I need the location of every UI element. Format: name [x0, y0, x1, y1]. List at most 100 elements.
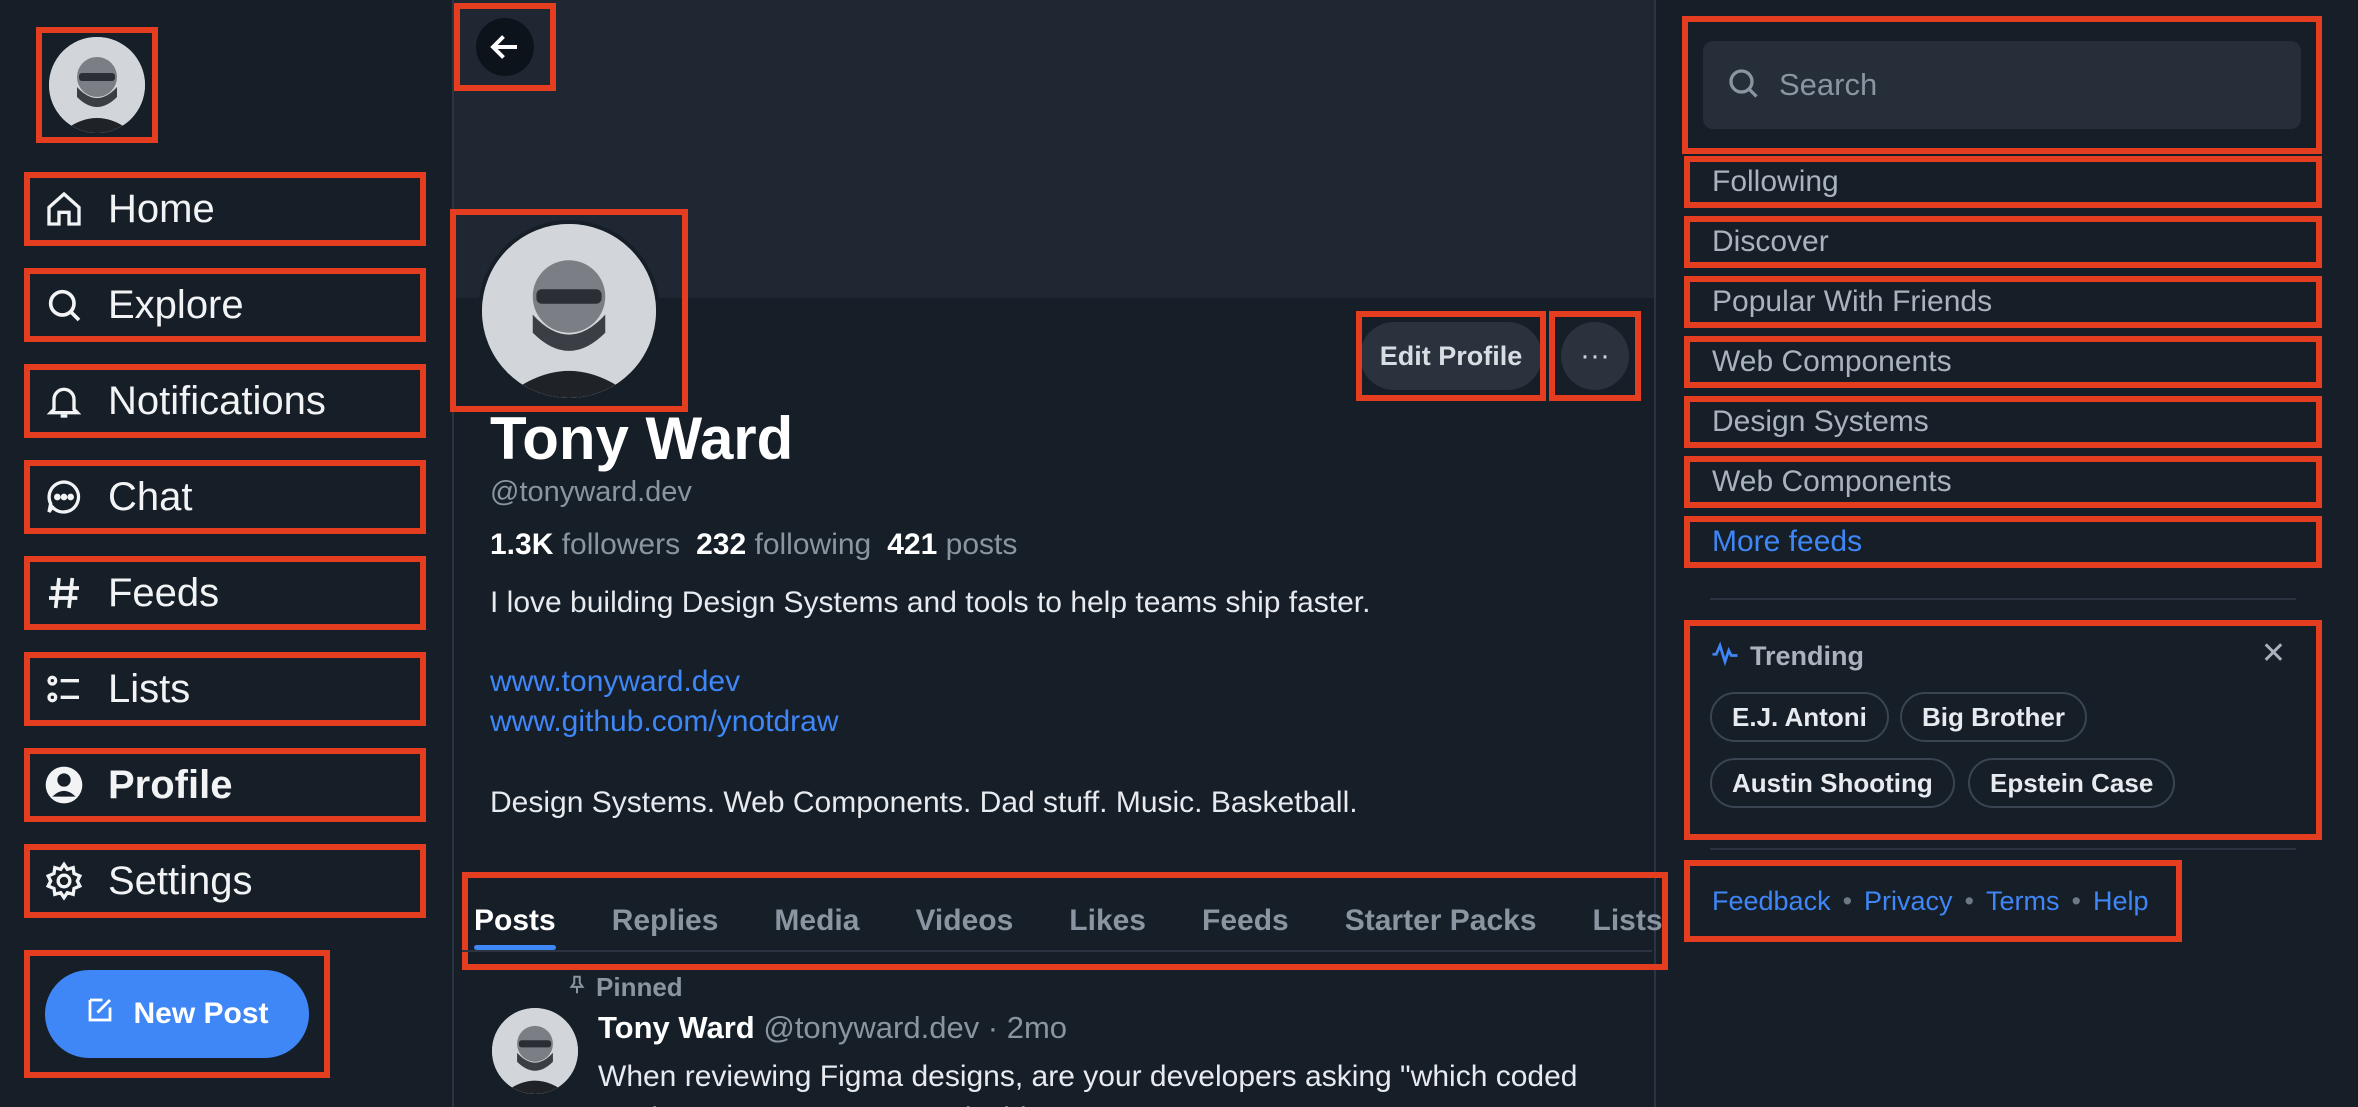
nav-feeds[interactable]: Feeds: [24, 556, 426, 630]
tab-replies[interactable]: Replies: [612, 872, 719, 970]
post-author-avatar[interactable]: [492, 1008, 578, 1094]
new-post-button[interactable]: New Post: [45, 970, 309, 1058]
search-icon: [42, 283, 86, 327]
avatar-image: [478, 219, 660, 402]
nav-notifications[interactable]: Notifications: [24, 364, 426, 438]
profile-bio-tags: Design Systems. Web Components. Dad stuf…: [490, 786, 1358, 819]
nav-profile[interactable]: Profile: [24, 748, 426, 822]
followers-count: 1.3K: [490, 528, 554, 561]
following-label: following: [754, 528, 872, 561]
tab-lists[interactable]: Lists: [1593, 872, 1663, 970]
search-input[interactable]: [1779, 67, 2299, 103]
left-sidebar: Home Explore Notifications Chat Feeds Li…: [0, 0, 452, 1107]
followers-stat[interactable]: 1.3K followers: [490, 528, 680, 562]
trend-chip[interactable]: Epstein Case: [1968, 758, 2176, 808]
profile-bio: I love building Design Systems and tools…: [490, 586, 1371, 619]
terms-link[interactable]: Terms: [1986, 886, 2060, 917]
nav-chat[interactable]: Chat: [24, 460, 426, 534]
posts-count: 421: [887, 528, 938, 561]
tabs-divider: [462, 950, 1652, 952]
separator-dot: •: [2071, 885, 2081, 916]
hash-icon: [42, 571, 86, 615]
nav-settings[interactable]: Settings: [24, 844, 426, 918]
post-author[interactable]: Tony Ward: [598, 1010, 755, 1045]
nav-lists[interactable]: Lists: [24, 652, 426, 726]
profile-tabs: Posts Replies Media Videos Likes Feeds S…: [462, 872, 1668, 970]
tab-starter-packs[interactable]: Starter Packs: [1345, 872, 1537, 970]
pinned-label: Pinned: [566, 972, 683, 1003]
separator-dot: •: [1964, 885, 1974, 916]
trending-title: Trending: [1750, 641, 1864, 671]
profile-name: Tony Ward: [490, 405, 794, 472]
post-text[interactable]: When reviewing Figma designs, are your d…: [598, 1056, 1598, 1107]
separator-dot: •: [1842, 885, 1853, 916]
profile-avatar[interactable]: [450, 209, 688, 412]
tab-likes[interactable]: Likes: [1069, 872, 1146, 970]
search-box[interactable]: [1703, 41, 2301, 129]
pinned-text: Pinned: [596, 972, 683, 1002]
bell-icon: [42, 379, 86, 423]
back-button[interactable]: [454, 3, 556, 91]
profile-stats: 1.3K followers 232 following 421 posts: [490, 528, 1017, 562]
tab-feeds[interactable]: Feeds: [1202, 872, 1289, 970]
compose-icon: [85, 995, 115, 1033]
more-options-button[interactable]: ···: [1561, 322, 1629, 390]
ellipsis-icon: ···: [1580, 339, 1610, 372]
following-count: 232: [696, 528, 747, 561]
nav-label: Home: [108, 186, 215, 231]
tab-videos[interactable]: Videos: [915, 872, 1013, 970]
trending-icon: [1710, 638, 1740, 675]
posts-stat: 421 posts: [887, 528, 1017, 562]
feed-link-design-systems[interactable]: Design Systems: [1684, 396, 2322, 448]
footer-links: Feedback • Privacy • Terms • Help: [1684, 860, 2182, 942]
new-post-label: New Post: [133, 997, 269, 1030]
followers-label: followers: [561, 528, 681, 561]
search-area: [1682, 16, 2322, 154]
edit-profile-button[interactable]: Edit Profile: [1359, 322, 1543, 390]
feed-link-following[interactable]: Following: [1684, 156, 2322, 208]
trend-chip[interactable]: E.J. Antoni: [1710, 692, 1889, 742]
person-icon: [42, 763, 86, 807]
feed-link-popular-with-friends[interactable]: Popular With Friends: [1684, 276, 2322, 328]
nav-label: Feeds: [108, 570, 220, 615]
website-link[interactable]: www.tonyward.dev: [490, 665, 740, 699]
nav-explore[interactable]: Explore: [24, 268, 426, 342]
trending-panel: Trending ✕ E.J. Antoni Big Brother Austi…: [1684, 620, 2322, 840]
close-icon[interactable]: ✕: [2261, 636, 2286, 671]
privacy-link[interactable]: Privacy: [1864, 886, 1953, 917]
section-divider: [1710, 848, 2296, 850]
avatar-image: [49, 37, 145, 133]
nav-label: Chat: [108, 474, 193, 519]
gear-icon: [42, 859, 86, 903]
tab-media[interactable]: Media: [774, 872, 859, 970]
nav-label: Notifications: [108, 378, 326, 423]
profile-handle: @tonyward.dev: [490, 476, 692, 508]
arrow-left-icon: [476, 18, 534, 76]
new-post-area: New Post: [24, 950, 330, 1078]
nav-home[interactable]: Home: [24, 172, 426, 246]
pin-icon: [566, 972, 588, 1003]
more-feeds-link[interactable]: More feeds: [1684, 516, 2322, 568]
feed-link-web-components-2[interactable]: Web Components: [1684, 456, 2322, 508]
posts-label: posts: [945, 528, 1018, 561]
profile-main: Edit Profile ··· Tony Ward @tonyward.dev…: [450, 0, 1668, 1107]
post-meta: @tonyward.dev · 2mo: [763, 1010, 1068, 1045]
feedback-link[interactable]: Feedback: [1712, 886, 1831, 917]
feed-link-web-components[interactable]: Web Components: [1684, 336, 2322, 388]
help-link[interactable]: Help: [2093, 886, 2149, 917]
tab-posts[interactable]: Posts: [474, 872, 556, 970]
nav-label: Settings: [108, 858, 253, 903]
nav-label: Explore: [108, 282, 244, 327]
my-avatar[interactable]: [36, 27, 158, 143]
search-icon: [1725, 65, 1761, 106]
more-options-area: ···: [1549, 311, 1641, 401]
feed-link-discover[interactable]: Discover: [1684, 216, 2322, 268]
trending-header: Trending: [1710, 638, 1864, 675]
trend-chip[interactable]: Austin Shooting: [1710, 758, 1955, 808]
trend-chip[interactable]: Big Brother: [1900, 692, 2087, 742]
chat-icon: [42, 475, 86, 519]
following-stat[interactable]: 232 following: [696, 528, 871, 562]
post-header: Tony Ward @tonyward.dev · 2mo: [598, 1010, 1067, 1046]
home-icon: [42, 187, 86, 231]
github-link[interactable]: www.github.com/ynotdraw: [490, 705, 839, 739]
